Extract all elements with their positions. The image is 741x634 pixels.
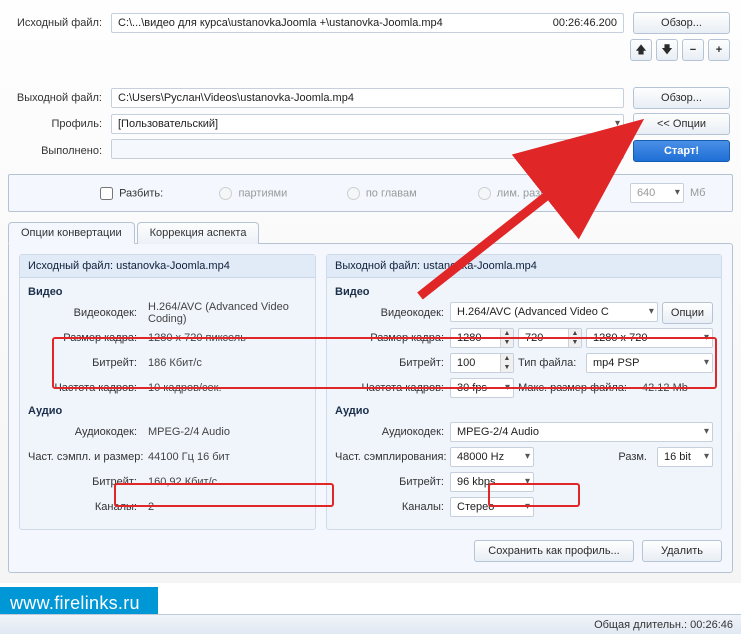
src-bitrate: 186 Кбит/с	[143, 357, 307, 369]
dst-bitrate-spinner[interactable]: ▲▼	[450, 353, 514, 373]
dst-size-preset-select[interactable]: 1280 x 720	[586, 328, 713, 348]
remove-button[interactable]: −	[682, 39, 704, 61]
split-chapters-radio	[347, 187, 360, 200]
move-up-button[interactable]: 🡅	[630, 39, 652, 61]
add-button[interactable]: +	[708, 39, 730, 61]
done-label: Выполнено:	[8, 137, 108, 164]
dst-title-value: ustanovka-Joomla.mp4	[423, 260, 537, 272]
progress-bar	[111, 139, 624, 159]
profile-label: Профиль:	[8, 111, 108, 137]
dst-maxsize: 42.12 Mb	[637, 378, 688, 398]
move-down-button[interactable]: 🡇	[656, 39, 678, 61]
source-info-panel: Исходный файл: ustanovka-Joomla.mp4 Виде…	[19, 254, 316, 530]
dst-filetype-select[interactable]: mp4 PSP	[586, 353, 713, 373]
dst-vcodec-select[interactable]: H.264/AVC (Advanced Video C	[450, 302, 658, 324]
split-size-radio	[478, 187, 491, 200]
dst-bits-select[interactable]: 16 bit	[657, 447, 713, 467]
dst-samplerate-select[interactable]: 48000 Hz	[450, 447, 534, 467]
dst-codec-options-button[interactable]: Опции	[662, 302, 713, 324]
tab-aspect-correction[interactable]: Коррекция аспекта	[137, 222, 260, 244]
src-video-heading: Видео	[28, 286, 307, 298]
output-file-input[interactable]	[111, 88, 624, 108]
dst-framerate-select[interactable]: 30 fps	[450, 378, 514, 398]
source-file-label: Исходный файл:	[8, 10, 108, 36]
source-file-path: C:\...\видео для курса\ustanovkaJoomla +…	[111, 13, 624, 33]
output-settings-panel: Выходной файл: ustanovka-Joomla.mp4 Виде…	[326, 254, 722, 530]
split-size-select[interactable]: 640	[630, 183, 684, 203]
split-size-unit: Мб	[687, 181, 724, 205]
src-abitrate: 160,92 Кбит/с	[143, 476, 307, 488]
dst-width-spinner[interactable]: ▲▼	[450, 328, 514, 348]
dst-acodec-select[interactable]: MPEG-2/4 Audio	[450, 422, 713, 442]
delete-profile-button[interactable]: Удалить	[642, 540, 722, 562]
src-acodec: MPEG-2/4 Audio	[143, 426, 307, 438]
split-checkbox[interactable]	[100, 187, 113, 200]
dst-height-spinner[interactable]: ▲▼	[518, 328, 582, 348]
dst-abitrate-select[interactable]: 96 kbps	[450, 472, 534, 492]
statusbar-total-value: 00:26:46	[690, 619, 733, 631]
src-title-value: ustanovka-Joomla.mp4	[116, 260, 230, 272]
src-framerate: 10 кадров/сек.	[143, 382, 307, 394]
dst-video-heading: Видео	[335, 286, 713, 298]
split-batches-radio	[219, 187, 232, 200]
output-file-label: Выходной файл:	[8, 85, 108, 111]
split-label: Разбить:	[119, 187, 163, 199]
dst-audio-heading: Аудио	[335, 405, 713, 417]
source-duration: 00:26:46.200	[553, 14, 617, 32]
browse-output-button[interactable]: Обзор...	[633, 87, 730, 109]
start-button[interactable]: Старт!	[633, 140, 730, 162]
src-channels: 2	[143, 501, 307, 513]
save-profile-button[interactable]: Сохранить как профиль...	[474, 540, 634, 562]
src-sample: 44100 Гц 16 бит	[143, 451, 307, 463]
dst-title-label: Выходной файл:	[335, 260, 420, 272]
tab-conversion-options[interactable]: Опции конвертации	[8, 222, 135, 244]
browse-source-button[interactable]: Обзор...	[633, 12, 730, 34]
src-vcodec: H.264/AVC (Advanced Video Coding)	[143, 301, 307, 325]
options-toggle-button[interactable]: << Опции	[633, 113, 730, 135]
dst-channels-select[interactable]: Стерео	[450, 497, 534, 517]
src-title-label: Исходный файл:	[28, 260, 113, 272]
statusbar-total-label: Общая длительн.:	[594, 619, 687, 631]
src-framesize: 1280 x 720 пиксель	[143, 332, 307, 344]
profile-select[interactable]: [Пользовательский]	[111, 114, 624, 134]
src-audio-heading: Аудио	[28, 405, 307, 417]
